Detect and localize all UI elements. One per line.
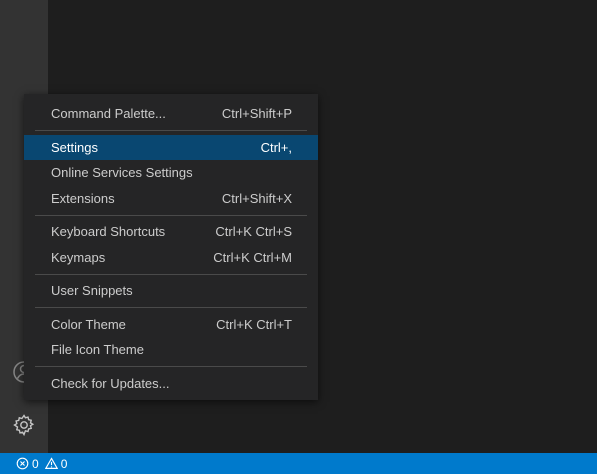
menu-item-user-snippets[interactable]: User Snippets bbox=[24, 278, 318, 304]
menu-item-label: Color Theme bbox=[51, 316, 126, 332]
menu-item-label: Online Services Settings bbox=[51, 165, 193, 181]
menu-item-extensions[interactable]: Extensions Ctrl+Shift+X bbox=[24, 186, 318, 212]
menu-item-label: Extensions bbox=[51, 190, 115, 206]
menu-separator bbox=[35, 273, 307, 275]
menu-item-shortcut: Ctrl+Shift+X bbox=[221, 190, 292, 206]
menu-item-shortcut: Ctrl+K Ctrl+S bbox=[215, 224, 292, 240]
menu-item-file-icon-theme[interactable]: File Icon Theme bbox=[24, 337, 318, 363]
error-count: 0 bbox=[32, 456, 39, 471]
menu-item-command-palette[interactable]: Command Palette... Ctrl+Shift+P bbox=[24, 101, 318, 127]
menu-separator bbox=[35, 130, 307, 131]
menu-item-label: Check for Updates... bbox=[51, 375, 170, 391]
menu-separator bbox=[35, 366, 307, 367]
error-icon bbox=[16, 457, 29, 470]
menu-separator bbox=[35, 214, 307, 216]
status-bar: 0 0 bbox=[0, 453, 597, 474]
menu-item-shortcut: Ctrl+Shift+P bbox=[221, 106, 292, 122]
menu-item-label: Keymaps bbox=[51, 249, 106, 265]
menu-item-label: Keyboard Shortcuts bbox=[51, 224, 166, 240]
menu-item-settings[interactable]: Settings Ctrl+, bbox=[24, 134, 318, 160]
menu-item-shortcut: Ctrl+, bbox=[260, 139, 292, 155]
menu-item-shortcut: Ctrl+K Ctrl+M bbox=[213, 249, 292, 265]
gear-icon[interactable] bbox=[0, 405, 48, 445]
vscode-window: Command Palette... Ctrl+Shift+P Settings… bbox=[0, 0, 597, 474]
menu-item-label: Command Palette... bbox=[51, 106, 166, 122]
menu-item-label: User Snippets bbox=[51, 283, 133, 299]
menu-item-shortcut: Ctrl+K Ctrl+T bbox=[216, 316, 292, 332]
menu-item-label: File Icon Theme bbox=[51, 342, 144, 358]
problems-status[interactable]: 0 0 bbox=[0, 453, 67, 474]
menu-item-online-services-settings[interactable]: Online Services Settings bbox=[24, 160, 318, 186]
warning-icon bbox=[44, 457, 58, 470]
warning-count: 0 bbox=[60, 456, 68, 471]
menu-item-label: Settings bbox=[51, 139, 98, 155]
menu-separator bbox=[35, 307, 307, 308]
menu-item-keyboard-shortcuts[interactable]: Keyboard Shortcuts Ctrl+K Ctrl+S bbox=[24, 219, 318, 245]
menu-item-keymaps[interactable]: Keymaps Ctrl+K Ctrl+M bbox=[24, 245, 318, 271]
manage-context-menu: Command Palette... Ctrl+Shift+P Settings… bbox=[24, 94, 318, 400]
menu-item-check-for-updates[interactable]: Check for Updates... bbox=[24, 371, 318, 397]
menu-item-color-theme[interactable]: Color Theme Ctrl+K Ctrl+T bbox=[24, 312, 318, 338]
